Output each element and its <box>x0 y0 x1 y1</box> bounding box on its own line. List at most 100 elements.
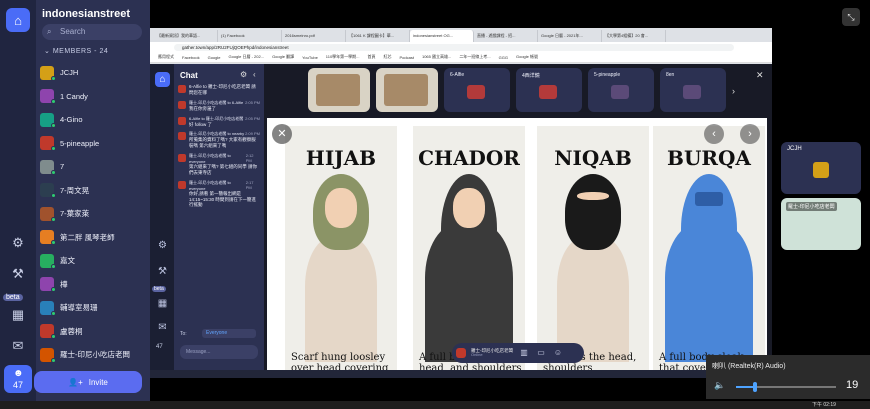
browser-tab[interactable]: 【最新資訊】我的華語... <box>154 30 218 42</box>
bookmark-item[interactable]: Facebook <box>182 55 200 60</box>
map-icon[interactable]: ▥ <box>518 347 530 359</box>
browser-tab[interactable]: 2016smeinro.pdf <box>282 30 346 42</box>
participant-tile[interactable]: JCJH <box>781 142 861 194</box>
member-row[interactable]: 嘉文 <box>40 249 144 273</box>
participant-tile[interactable]: 6-Alfie <box>444 68 510 112</box>
url-field[interactable]: gather.town/app/2RU2FUjQOEPhpd/indonesia… <box>174 44 734 51</box>
message-body: 你好,請看 第一簡報出網是 14:15~15:30 時間到請在下一簡進行搖動 <box>189 190 256 208</box>
recipient-select[interactable]: Everyone <box>202 329 256 338</box>
bookmark-item[interactable]: 應用程式 <box>158 54 174 60</box>
build-hammer-icon[interactable]: ⚒ <box>155 264 170 279</box>
bookmark-item[interactable]: Google 日曆 - 202... <box>228 54 264 60</box>
bookmark-item[interactable]: Google 帳號 <box>516 54 538 60</box>
member-name: 4-Gino <box>60 115 83 125</box>
gear-icon[interactable]: ⚙ <box>240 70 247 79</box>
participants-count[interactable]: 47 <box>156 344 163 350</box>
member-name: JCJH <box>60 68 79 78</box>
message-sender: 羅士-印尼小吃店老闆 to everyone <box>189 153 231 165</box>
home-icon[interactable]: ⌂ <box>155 72 170 87</box>
veil-title: CHADOR <box>418 146 520 170</box>
settings-icon[interactable]: ⚙ <box>155 238 170 253</box>
member-name: 7 <box>60 162 65 172</box>
participant-tile[interactable] <box>308 68 370 112</box>
calendar-icon[interactable]: ▦ <box>155 296 170 311</box>
online-indicator <box>51 240 56 246</box>
participants-button[interactable]: ☻ 47 <box>4 365 32 393</box>
member-row[interactable]: 第二胖 風琴老師 <box>40 226 144 250</box>
bookmark-item[interactable]: YouTube <box>302 55 318 60</box>
avatar <box>40 112 56 128</box>
beta-badge: beta <box>3 294 23 301</box>
browser-tab[interactable]: 【大學第4組備】20 會... <box>602 30 666 42</box>
chevron-down-icon: ⌄ <box>44 48 51 55</box>
close-share-icon[interactable]: ✕ <box>272 124 292 144</box>
participant-tile[interactable]: 4西洋鏡 <box>516 68 582 112</box>
member-row[interactable]: 輔導室易珊 <box>40 296 144 320</box>
veil-title: NIQAB <box>554 146 632 170</box>
calendar-icon[interactable]: ▦ <box>6 303 30 327</box>
emoji-icon[interactable]: ☺ <box>552 347 564 359</box>
chat-message: 羅士-印尼小吃店老闆 to nearby 2:09 PM 所蒐集的資料了嗎? 大家… <box>178 131 260 149</box>
volume-slider[interactable] <box>736 382 836 392</box>
chat-icon[interactable]: ✉ <box>155 320 170 335</box>
member-row[interactable]: 羅士-印尼小吃店老闆 <box>40 343 144 367</box>
clock: 下午 02:19 <box>812 402 836 408</box>
participant-tile[interactable]: 8en <box>660 68 726 112</box>
member-row[interactable]: 4-Gino <box>40 108 144 132</box>
member-row[interactable]: 7-周文晃 <box>40 179 144 203</box>
bookmark-item[interactable]: Google 翻譯 <box>272 54 294 60</box>
participant-tile[interactable]: 5-pineapple <box>588 68 654 112</box>
screen-share-icon[interactable]: ▭ <box>535 347 547 359</box>
message-input[interactable]: Message... <box>180 345 258 359</box>
bookmark-item[interactable]: 110學年第一學期... <box>326 54 360 60</box>
member-row[interactable]: 樺 <box>40 273 144 297</box>
online-indicator <box>51 263 56 269</box>
bookmark-item[interactable]: 二年一班線上考... <box>459 54 490 60</box>
member-row[interactable]: 1 Candy <box>40 85 144 109</box>
browser-tab[interactable]: indonesianstreet OG... <box>410 30 474 42</box>
veil-panel: BURQA A full body cloak that covers the … <box>653 126 765 370</box>
chat-icon[interactable]: ✉ <box>6 334 30 358</box>
bookmark-item[interactable]: Google <box>208 55 221 60</box>
avatar[interactable] <box>456 348 466 358</box>
browser-tab[interactable]: Google 日曆 - 2021年... <box>538 30 602 42</box>
browser-tab[interactable]: 【1061 K 課程圖卡】華... <box>346 30 410 42</box>
volume-value: 19 <box>846 379 859 391</box>
members-panel: indonesianstreet ⌕ Search ⌄ MEMBERS - 24… <box>36 0 179 409</box>
home-icon[interactable]: ⌂ <box>6 8 30 32</box>
browser-tab[interactable]: 直播 - 遊戲課程 - 招... <box>474 30 538 42</box>
bookmark-item[interactable]: 1065 國立高雄... <box>422 54 451 60</box>
member-row[interactable]: 盧蓉桐 <box>40 320 144 344</box>
volume-thumb[interactable] <box>753 382 757 392</box>
member-row[interactable]: 7 <box>40 155 144 179</box>
online-indicator <box>51 146 56 152</box>
close-icon[interactable]: ✕ <box>756 70 764 81</box>
participant-tile[interactable]: 羅士-印尼小吃店老闆 <box>781 198 861 250</box>
self-status[interactable]: 羅士-印尼小吃店老闆 Online <box>471 348 513 358</box>
bookmark-item[interactable]: GGG <box>499 55 508 60</box>
build-hammer-icon[interactable]: ⚒ <box>6 262 30 286</box>
chevron-left-icon[interactable]: ‹ <box>704 124 724 144</box>
member-name: 5-pineapple <box>60 138 100 148</box>
bookmark-item[interactable]: Podcast <box>400 55 414 60</box>
member-row[interactable]: 5-pineapple <box>40 132 144 156</box>
browser-tab[interactable]: (1) Facebook <box>218 30 282 42</box>
invite-button[interactable]: 👤+ Invite <box>34 371 142 393</box>
settings-icon[interactable]: ⚙ <box>6 231 30 255</box>
bookmark-item[interactable]: 紅芯 <box>384 54 392 60</box>
to-label: To: <box>180 331 187 337</box>
avatar <box>40 300 56 316</box>
speaker-icon[interactable]: 🔈 <box>714 380 725 391</box>
online-indicator <box>51 216 56 222</box>
close-chat-icon[interactable]: ‹ <box>253 70 256 79</box>
expand-icon[interactable]: ⤡ <box>842 8 860 26</box>
search-input[interactable]: ⌕ Search <box>42 24 142 40</box>
bookmark-item[interactable]: 首頁 <box>368 54 376 60</box>
member-name: 1 Candy <box>60 91 88 101</box>
chevron-right-icon[interactable]: › <box>740 124 760 144</box>
member-row[interactable]: 7-葉家萊 <box>40 202 144 226</box>
member-row[interactable]: JCJH <box>40 61 144 85</box>
members-header[interactable]: ⌄ MEMBERS - 24 <box>44 47 108 55</box>
chevron-right-icon[interactable]: › <box>732 86 735 96</box>
participant-tile[interactable] <box>376 68 438 112</box>
